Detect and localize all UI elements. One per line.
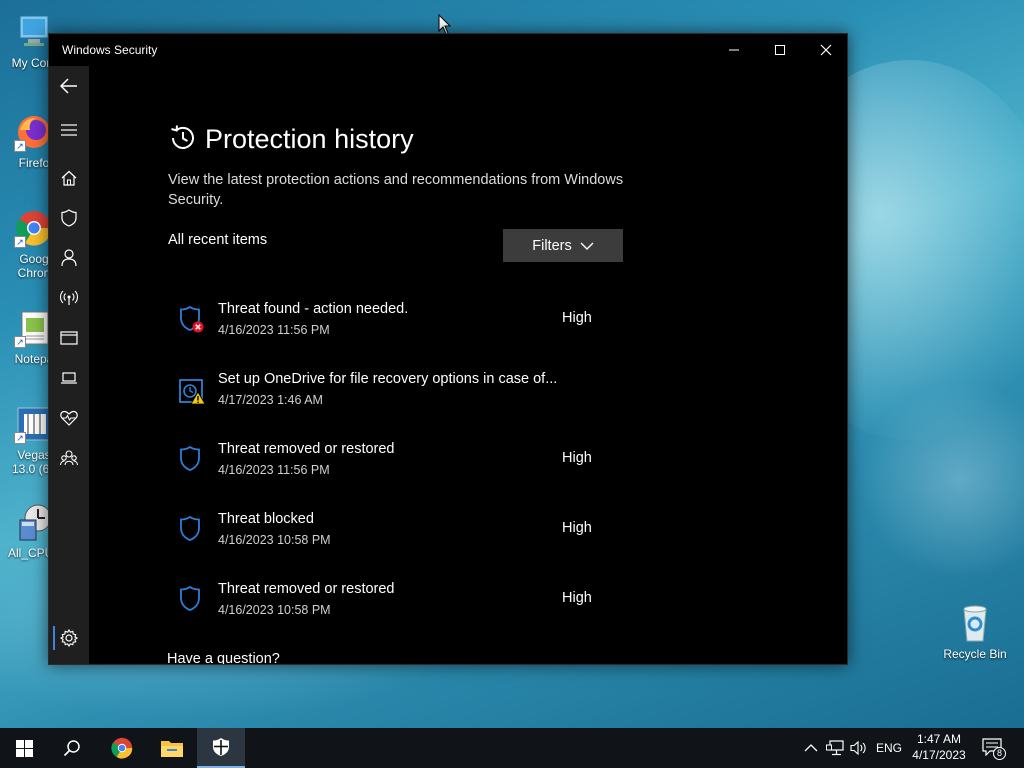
item-title: Threat blocked bbox=[218, 511, 314, 527]
item-severity: High bbox=[562, 310, 592, 326]
search-icon bbox=[63, 740, 80, 757]
desktop-icon-label: Recycle Bin bbox=[943, 647, 1007, 661]
shield-icon bbox=[61, 209, 77, 227]
item-severity: High bbox=[562, 520, 592, 536]
item-date: 4/16/2023 11:56 PM bbox=[218, 323, 330, 337]
home-icon bbox=[61, 170, 77, 186]
shield-icon bbox=[180, 445, 200, 471]
filters-label: Filters bbox=[532, 237, 572, 254]
hamburger-icon bbox=[61, 124, 77, 136]
history-item[interactable]: Set up OneDrive for file recovery option… bbox=[168, 369, 628, 419]
section-label: All recent items bbox=[168, 232, 268, 248]
nav-account-protection[interactable] bbox=[49, 242, 89, 274]
main-content: Protection history View the latest prote… bbox=[89, 66, 847, 665]
item-severity: High bbox=[562, 450, 592, 466]
menu-button[interactable] bbox=[49, 114, 89, 146]
nav-app-browser-control[interactable] bbox=[49, 322, 89, 354]
tray-overflow-chevron-icon[interactable] bbox=[804, 741, 818, 755]
shield-icon bbox=[180, 585, 200, 611]
item-date: 4/16/2023 10:58 PM bbox=[218, 533, 331, 547]
history-clock-icon bbox=[171, 125, 194, 149]
item-title: Threat found - action needed. bbox=[218, 301, 409, 317]
desktop-icon-recycle-bin[interactable]: Recycle Bin bbox=[937, 603, 1013, 661]
laptop-icon bbox=[61, 372, 77, 384]
gear-icon bbox=[60, 629, 78, 647]
action-center-button[interactable]: 8 bbox=[980, 736, 1008, 760]
volume-icon[interactable] bbox=[850, 740, 868, 756]
back-arrow-icon bbox=[60, 78, 77, 94]
search-button[interactable] bbox=[48, 728, 96, 768]
language-indicator[interactable]: ENG bbox=[876, 741, 902, 755]
chrome-icon bbox=[111, 737, 133, 759]
item-title: Set up OneDrive for file recovery option… bbox=[218, 371, 558, 387]
close-button[interactable] bbox=[803, 34, 847, 66]
recycle-bin-icon bbox=[955, 603, 995, 643]
onedrive-warning-icon bbox=[179, 379, 206, 405]
minimize-button[interactable] bbox=[711, 34, 757, 66]
page-title: Protection history bbox=[205, 124, 414, 154]
nav-device-performance[interactable] bbox=[49, 402, 89, 434]
antenna-icon bbox=[60, 290, 78, 305]
history-item[interactable]: Threat blocked 4/16/2023 10:58 PM High bbox=[168, 509, 628, 559]
history-item[interactable]: Threat found - action needed. 4/16/2023 … bbox=[168, 299, 628, 349]
windows-logo-icon bbox=[15, 739, 33, 757]
nav-settings[interactable] bbox=[49, 622, 89, 654]
window-title: Windows Security bbox=[62, 43, 158, 57]
maximize-icon bbox=[775, 45, 785, 55]
have-a-question-heading: Have a question? bbox=[167, 651, 280, 665]
start-button[interactable] bbox=[0, 728, 48, 768]
item-date: 4/17/2023 1:46 AM bbox=[218, 393, 323, 407]
taskbar-file-explorer[interactable] bbox=[148, 728, 196, 768]
back-button[interactable] bbox=[49, 70, 89, 102]
windows-security-window: Windows Security Protection history View… bbox=[48, 33, 848, 665]
title-bar[interactable]: Windows Security bbox=[49, 34, 847, 66]
item-date: 4/16/2023 11:56 PM bbox=[218, 463, 330, 477]
history-item[interactable]: Threat removed or restored 4/16/2023 10:… bbox=[168, 579, 628, 629]
history-item[interactable]: Threat removed or restored 4/16/2023 11:… bbox=[168, 439, 628, 489]
heart-pulse-icon bbox=[60, 410, 78, 426]
shield-icon bbox=[180, 515, 200, 541]
nav-device-security[interactable] bbox=[49, 362, 89, 394]
item-date: 4/16/2023 10:58 PM bbox=[218, 603, 331, 617]
clock-date: 4/17/2023 bbox=[912, 748, 966, 762]
maximize-button[interactable] bbox=[757, 34, 803, 66]
desktop-icon-label: Firefo bbox=[18, 156, 50, 170]
nav-firewall-network[interactable] bbox=[49, 282, 89, 314]
nav-home[interactable] bbox=[49, 162, 89, 194]
minimize-icon bbox=[729, 49, 739, 51]
person-icon bbox=[61, 249, 77, 267]
taskbar-chrome[interactable] bbox=[98, 728, 146, 768]
notification-count-badge: 8 bbox=[993, 747, 1006, 760]
clock-time: 1:47 AM bbox=[916, 732, 962, 746]
network-icon[interactable] bbox=[826, 740, 844, 756]
item-title: Threat removed or restored bbox=[218, 441, 395, 457]
navigation-sidebar bbox=[49, 66, 89, 664]
shield-error-icon bbox=[180, 305, 204, 333]
chevron-down-icon bbox=[580, 242, 594, 250]
shield-icon bbox=[213, 738, 229, 756]
item-severity: High bbox=[562, 590, 592, 606]
item-title: Threat removed or restored bbox=[218, 581, 395, 597]
nav-virus-threat-protection[interactable] bbox=[49, 202, 89, 234]
family-icon bbox=[60, 450, 78, 466]
clock[interactable]: 1:47 AM 4/17/2023 bbox=[906, 732, 972, 762]
filters-button[interactable]: Filters bbox=[503, 229, 623, 262]
nav-family-options[interactable] bbox=[49, 442, 89, 474]
page-description: View the latest protection actions and r… bbox=[168, 172, 624, 208]
taskbar-windows-security[interactable] bbox=[197, 728, 245, 768]
taskbar: ENG 1:47 AM 4/17/2023 8 bbox=[0, 728, 1024, 768]
close-icon bbox=[820, 44, 832, 56]
folder-icon bbox=[161, 741, 183, 757]
browser-window-icon bbox=[60, 331, 78, 345]
